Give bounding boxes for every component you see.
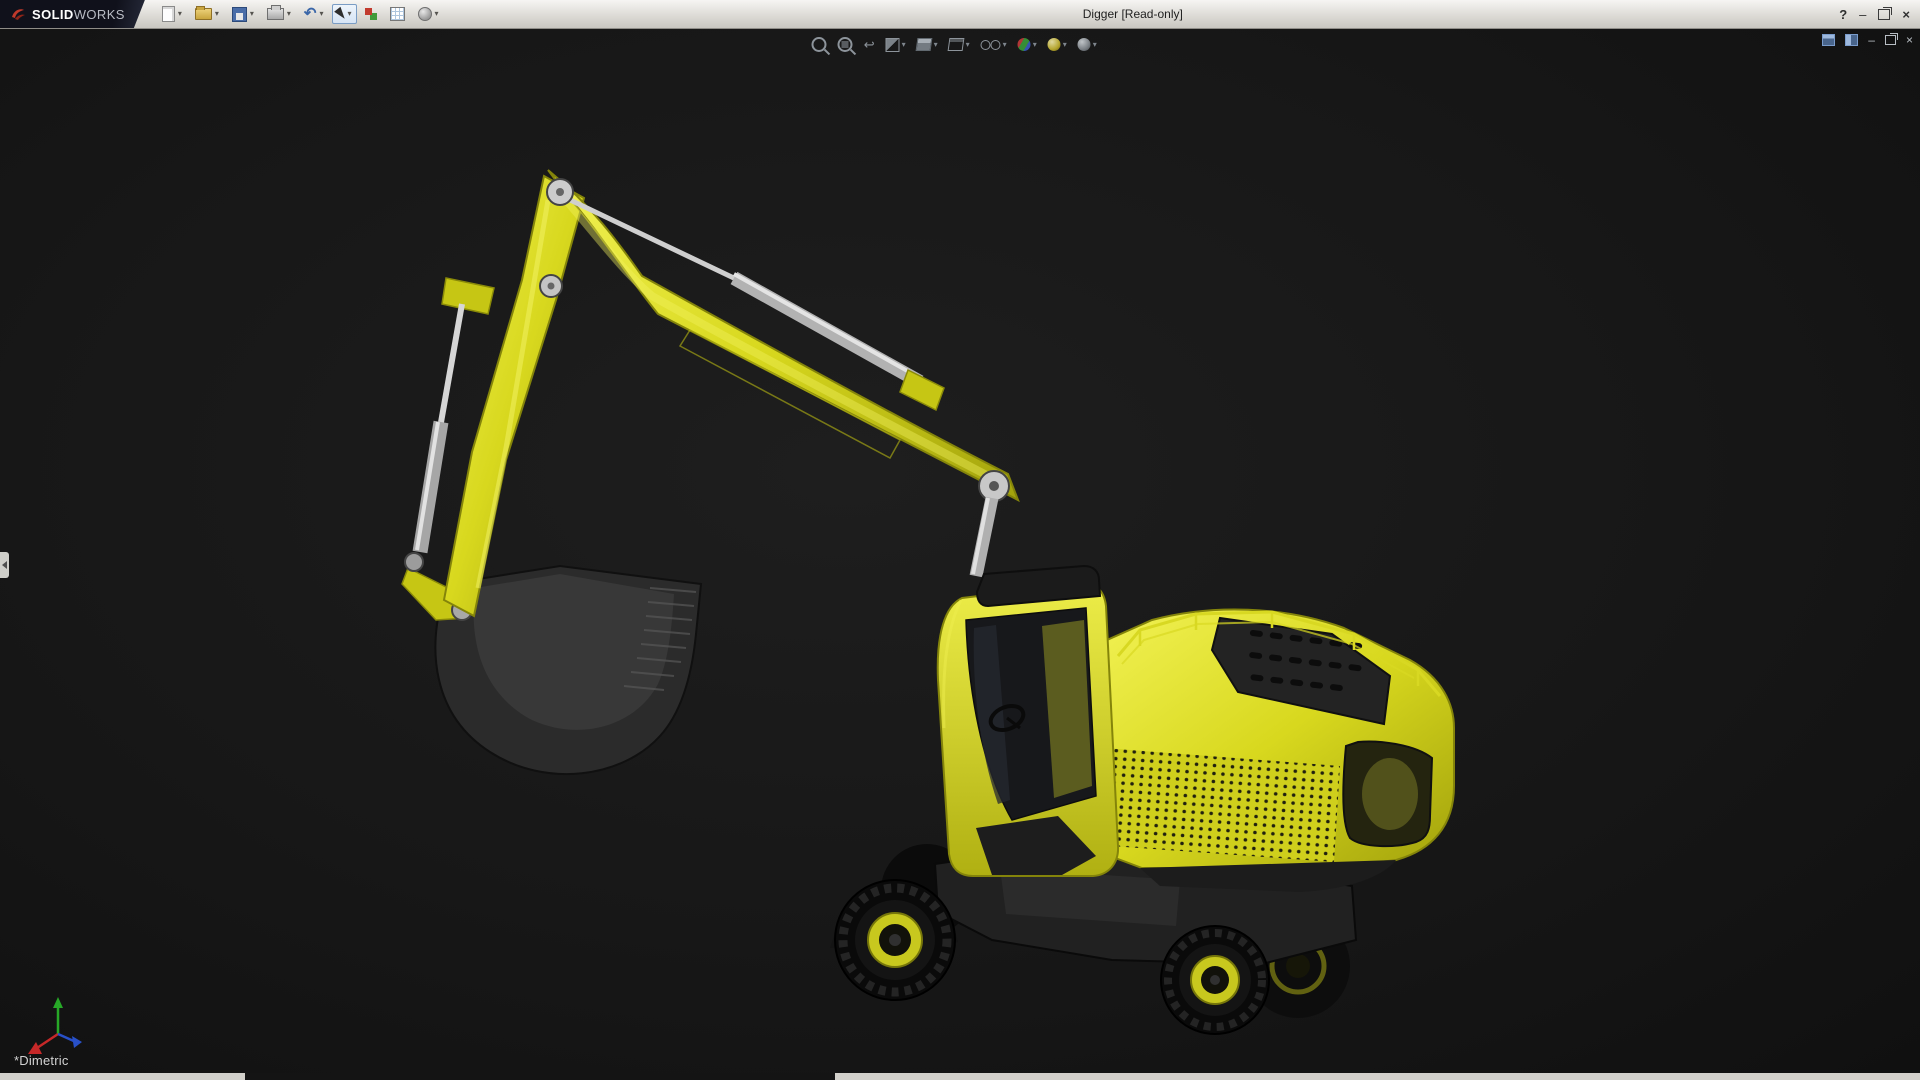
solidworks-wordmark: SOLIDWORKS <box>32 7 125 22</box>
design-table-button[interactable] <box>385 3 410 25</box>
previous-view-button[interactable]: ↩ <box>862 36 877 53</box>
design-table-icon <box>390 7 405 21</box>
previous-view-icon: ↩ <box>864 38 875 51</box>
view-orientation-button[interactable]: ▾ <box>915 36 940 53</box>
open-button[interactable]: ▾ <box>190 4 224 24</box>
solidworks-window: { "app": { "brand_bold": "SOLID", "brand… <box>0 0 1920 1080</box>
document-close-button[interactable]: × <box>1906 34 1913 46</box>
status-strip <box>0 1073 1920 1080</box>
new-document-button[interactable]: ▾ <box>157 2 187 26</box>
chevron-down-icon: ▾ <box>934 40 938 49</box>
chevron-left-icon <box>2 561 7 569</box>
save-disk-icon <box>232 7 247 22</box>
solidworks-logo-icon <box>10 6 26 22</box>
heads-up-view-toolbar: ↩ ▾ ▾ ▾ ▾ ▾ ▾ ▾ <box>810 35 1099 54</box>
undo-arrow-icon: ↶ <box>304 8 317 20</box>
close-button[interactable]: × <box>1902 8 1910 21</box>
open-folder-icon <box>195 8 212 20</box>
tile-horizontal-button[interactable] <box>1822 34 1835 46</box>
status-strip-dark-segment <box>245 1073 835 1080</box>
feature-tree-flyout-tab[interactable] <box>0 552 9 578</box>
chevron-down-icon: ▾ <box>1033 40 1037 49</box>
apply-scene-button[interactable]: ▾ <box>1046 36 1069 53</box>
digger-model[interactable] <box>0 28 1920 1080</box>
window-controls: ? – × <box>1839 8 1920 21</box>
chevron-down-icon: ▾ <box>1003 40 1007 49</box>
options-button[interactable]: ▾ <box>413 3 444 25</box>
new-document-icon <box>162 6 175 22</box>
view-settings-button[interactable]: ▾ <box>1076 36 1099 53</box>
graphics-area[interactable]: ↩ ▾ ▾ ▾ ▾ ▾ ▾ ▾ – × *Dimetric <box>0 28 1920 1080</box>
restore-button[interactable] <box>1878 9 1890 20</box>
chevron-down-icon: ▾ <box>1093 40 1097 49</box>
chevron-down-icon: ▾ <box>1063 40 1067 49</box>
select-cursor-icon <box>334 7 348 21</box>
zoom-to-area-button[interactable] <box>836 35 855 54</box>
solidworks-logo: SOLIDWORKS <box>0 0 145 28</box>
chevron-down-icon: ▾ <box>902 40 906 49</box>
front-right-wheel[interactable] <box>1161 926 1269 1034</box>
view-orientation-label: *Dimetric <box>14 1053 69 1068</box>
minimize-button[interactable]: – <box>1859 8 1866 21</box>
engine-body[interactable] <box>1078 610 1454 892</box>
print-button[interactable]: ▾ <box>262 4 296 24</box>
printer-icon <box>267 8 284 20</box>
edit-appearance-button[interactable]: ▾ <box>1016 36 1039 53</box>
zoom-to-area-icon <box>838 37 853 52</box>
title-bar: SOLIDWORKS ▾ ▾ ▾ ▾ ↶▾ ▾ ▾ Digger [Read-o… <box>0 0 1920 29</box>
display-style-icon <box>948 38 965 51</box>
hide-show-items-button[interactable]: ▾ <box>979 38 1009 51</box>
zoom-to-fit-button[interactable] <box>810 35 829 54</box>
chevron-down-icon: ▾ <box>966 40 970 49</box>
document-restore-button[interactable] <box>1885 35 1896 45</box>
stick-cylinder[interactable] <box>566 198 944 410</box>
front-left-wheel[interactable] <box>835 880 955 1000</box>
select-tool-button[interactable]: ▾ <box>332 4 357 24</box>
section-view-button[interactable]: ▾ <box>884 36 908 54</box>
help-button[interactable]: ? <box>1839 8 1847 21</box>
zoom-to-fit-icon <box>812 37 827 52</box>
save-button[interactable]: ▾ <box>227 3 259 26</box>
tile-vertical-button[interactable] <box>1845 34 1858 46</box>
reference-geometry-icon <box>365 8 372 15</box>
view-orientation-cube-icon <box>916 38 933 51</box>
chevron-down-icon: ▾ <box>215 10 219 18</box>
options-gear-icon <box>418 7 432 21</box>
appearance-sphere-icon <box>1018 38 1031 51</box>
boom-lift-cylinder[interactable] <box>973 498 992 576</box>
chevron-down-icon: ▾ <box>348 10 352 18</box>
chevron-down-icon: ▾ <box>250 10 254 18</box>
boom-arm[interactable] <box>548 170 1018 500</box>
stick-arm[interactable] <box>444 176 584 616</box>
display-style-button[interactable]: ▾ <box>947 36 972 53</box>
chevron-down-icon: ▾ <box>320 10 324 18</box>
chevron-down-icon: ▾ <box>178 10 182 18</box>
cab[interactable] <box>938 566 1118 876</box>
undo-button[interactable]: ↶▾ <box>299 4 329 24</box>
window-title: Digger [Read-only] <box>1083 7 1183 21</box>
section-view-icon <box>886 38 900 52</box>
chevron-down-icon: ▾ <box>287 10 291 18</box>
standard-toolbar: ▾ ▾ ▾ ▾ ↶▾ ▾ ▾ <box>157 2 444 26</box>
reference-geometry-button[interactable] <box>360 4 382 24</box>
document-minimize-button[interactable]: – <box>1868 34 1875 46</box>
scene-sphere-icon <box>1048 38 1061 51</box>
document-window-controls: – × <box>1822 34 1913 46</box>
glasses-icon <box>981 40 1001 49</box>
orientation-triad[interactable] <box>28 997 82 1054</box>
view-settings-icon <box>1078 38 1091 51</box>
chevron-down-icon: ▾ <box>435 10 439 18</box>
